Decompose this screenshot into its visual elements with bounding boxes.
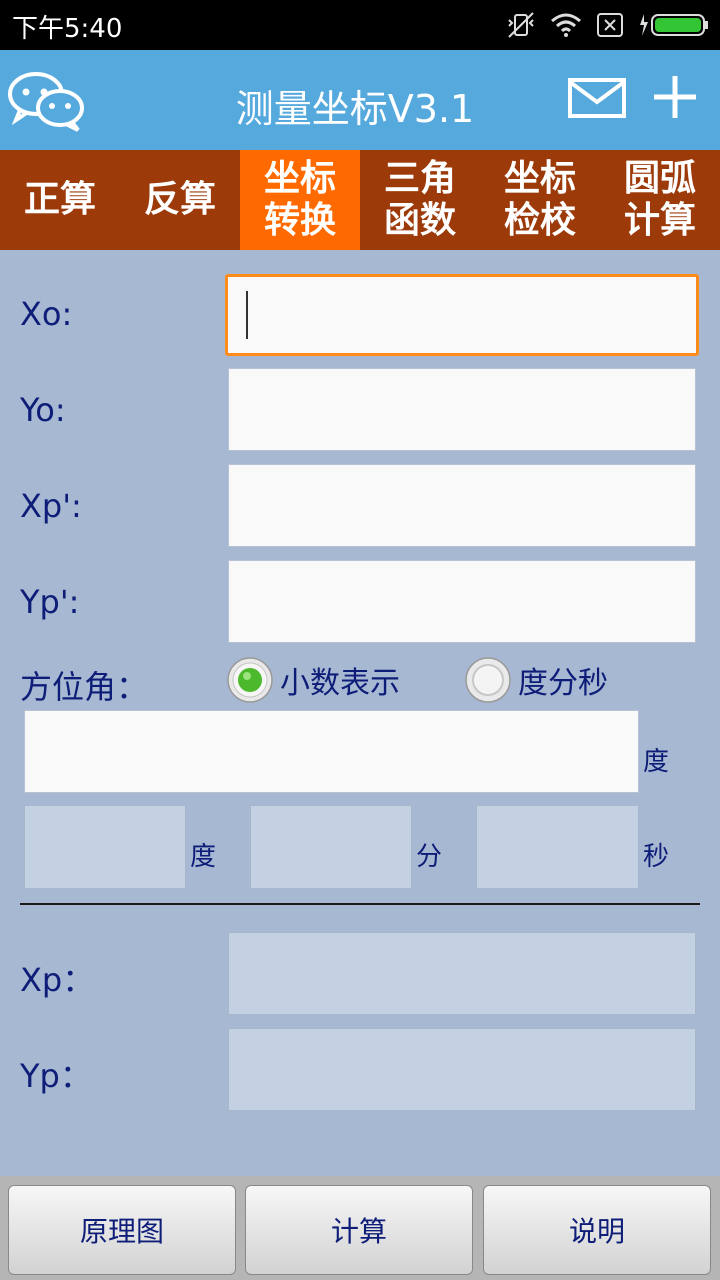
radio-decimal[interactable]: 小数表示 [226,656,400,704]
radio-dms-label: 度分秒 [518,666,608,701]
status-icons [506,8,710,42]
xp-label: Xp： [20,961,95,999]
tab-label: 坐标 [263,158,336,199]
text-caret [246,291,248,339]
azimuth-degree-input[interactable] [24,805,186,889]
vibrate-off-icon [508,12,534,38]
yp-label: Yp： [20,1057,92,1095]
azimuth-label: 方位角： [20,668,149,706]
yp-prime-input[interactable] [228,560,696,643]
tab-trig-functions[interactable]: 三角 函数 [360,150,480,250]
tab-bar: 正算 反算 坐标 转换 三角 函数 坐标 检校 圆弧 计算 [0,150,720,250]
minute-unit: 分 [416,842,443,872]
no-sim-icon [597,13,623,37]
tab-label: 正算 [23,179,96,220]
tab-label: 三角 [383,158,456,199]
tab-coordinate-check[interactable]: 坐标 检校 [480,150,600,250]
tab-inverse-calc[interactable]: 反算 [120,150,240,250]
yp-prime-label: Yp': [20,583,80,621]
yo-input[interactable] [228,368,696,451]
radio-decimal-label: 小数表示 [280,666,400,701]
radio-unchecked-icon [465,657,511,703]
calculate-button[interactable]: 计算 [245,1185,473,1275]
wifi-icon [551,13,581,37]
yp-output [228,1028,696,1111]
add-icon[interactable] [652,74,698,120]
xp-prime-label: Xp': [20,487,82,525]
tab-label: 函数 [383,200,456,241]
tab-label: 检校 [503,200,576,241]
tab-arc-calc[interactable]: 圆弧 计算 [600,150,720,250]
divider [20,903,700,905]
help-button[interactable]: 说明 [483,1185,711,1275]
tab-label: 反算 [143,179,216,220]
radio-dms[interactable]: 度分秒 [464,656,608,704]
mail-icon[interactable] [568,78,626,118]
radio-checked-icon [227,657,273,703]
xo-input[interactable] [225,274,699,356]
second-unit: 秒 [643,842,670,872]
tab-label: 圆弧 [623,158,696,199]
battery-charging-icon [640,14,708,36]
azimuth-decimal-input[interactable] [24,710,639,793]
app-bar: 测量坐标V3.1 [0,50,720,150]
tab-label: 转换 [263,200,336,241]
tab-label: 坐标 [503,158,576,199]
degree-unit: 度 [190,842,217,872]
xp-prime-input[interactable] [228,464,696,547]
status-bar: 下午5:40 [0,0,720,50]
xp-output [228,932,696,1015]
azimuth-second-input[interactable] [476,805,639,889]
yo-label: Yo: [20,391,66,429]
diagram-button[interactable]: 原理图 [8,1185,236,1275]
xo-label: Xo: [20,295,73,333]
degree-unit: 度 [643,747,670,777]
tab-label: 计算 [623,200,696,241]
tab-coordinate-transform[interactable]: 坐标 转换 [240,150,360,250]
status-time: 下午5:40 [12,14,123,44]
azimuth-minute-input[interactable] [250,805,412,889]
tab-forward-calc[interactable]: 正算 [0,150,120,250]
